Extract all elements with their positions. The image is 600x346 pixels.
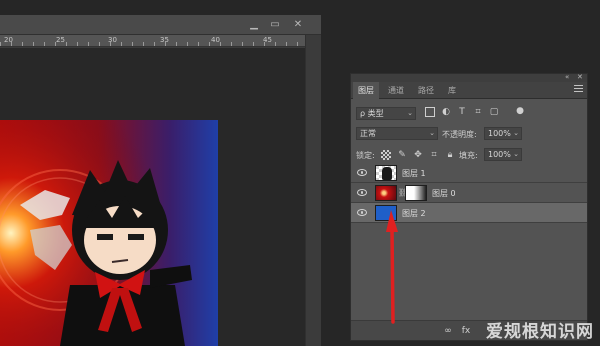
mask-link-icon[interactable]: ⛓︎ [398, 188, 408, 198]
layer-row[interactable]: 图层 1 [351, 163, 587, 183]
panel-menu-icon[interactable] [574, 85, 583, 94]
lock-all-icon[interactable]: 🔒︎ [445, 150, 455, 160]
watermark: 爱规根知识网 [486, 322, 594, 342]
filter-pixel-icon[interactable] [425, 107, 435, 117]
layers-panel: « ✕ 图层 通道 路径 库 ρ 类型 ⌄ ◐ T ⌗ ▢ ● 正常 ⌄ 不透明… [350, 73, 588, 341]
filter-adjustment-icon[interactable]: ◐ [441, 107, 451, 117]
blend-mode-select[interactable]: 正常 ⌄ [356, 127, 438, 140]
document-titlebar: ▁ ▭ ✕ [0, 15, 321, 35]
layer-thumbnail [375, 165, 397, 181]
chevron-down-icon: ⌄ [513, 150, 519, 158]
vertical-scrollbar[interactable] [305, 35, 321, 346]
filter-smartobject-icon[interactable]: ▢ [489, 107, 499, 117]
tab-libraries[interactable]: 库 [443, 82, 461, 99]
ruler-label: 30 [108, 36, 117, 44]
filter-shape-icon[interactable]: ⌗ [473, 107, 483, 117]
tab-layers[interactable]: 图层 [353, 82, 379, 99]
character-thumbnail-shape [382, 167, 392, 180]
panel-header-bar: « ✕ [351, 73, 587, 82]
fill-label: 填充: [459, 151, 478, 160]
fill-value: 100% [488, 150, 511, 159]
canvas-artwork[interactable] [0, 120, 218, 346]
chevron-down-icon: ⌄ [513, 129, 519, 137]
lock-artboard-icon[interactable]: ⌗ [429, 150, 439, 160]
opacity-value: 100% [488, 129, 511, 138]
link-layers-icon[interactable]: ∞ [443, 326, 453, 336]
layer-name: 图层 0 [432, 189, 456, 198]
ruler-label: 25 [56, 36, 65, 44]
layer-mask-thumbnail[interactable] [405, 185, 427, 201]
layer-name: 图层 2 [402, 209, 426, 218]
horizontal-ruler: 20 25 30 35 40 45 [0, 35, 305, 47]
lock-move-icon[interactable]: ✥ [413, 150, 423, 160]
lock-label: 锁定: [356, 151, 375, 160]
visibility-eye-icon[interactable] [357, 189, 367, 196]
layer-thumbnail [375, 185, 397, 201]
visibility-eye-icon[interactable] [357, 209, 367, 216]
tab-paths[interactable]: 路径 [413, 82, 439, 99]
maximize-icon[interactable]: ▭ [266, 18, 284, 32]
minimize-icon[interactable]: ▁ [245, 18, 263, 32]
lock-transparency-icon[interactable] [381, 150, 391, 160]
chevron-down-icon: ⌄ [429, 129, 435, 137]
layer-thumbnail [375, 205, 397, 221]
ruler-label: 35 [160, 36, 169, 44]
ruler-ticks [0, 42, 305, 46]
layer-row[interactable]: 图层 2 [351, 203, 587, 223]
ruler-label: 40 [211, 36, 220, 44]
filter-type-icon[interactable]: T [457, 107, 467, 117]
close-panel-icon[interactable]: ✕ [577, 73, 583, 81]
ruler-label: 20 [4, 36, 13, 44]
lock-row: 锁定: ✎ ✥ ⌗ 🔒︎ 填充: 100% ⌄ [351, 148, 587, 163]
close-icon[interactable]: ✕ [289, 18, 307, 32]
artwork-illustration [0, 120, 218, 346]
tab-channels[interactable]: 通道 [383, 82, 409, 99]
filter-kind-label: ρ 类型 [360, 109, 384, 118]
opacity-input[interactable]: 100% ⌄ [484, 127, 522, 140]
layer-row[interactable]: ⛓︎ 图层 0 [351, 183, 587, 203]
filter-row: ρ 类型 ⌄ ◐ T ⌗ ▢ ● [351, 106, 587, 122]
collapse-panel-icon[interactable]: « [565, 73, 569, 81]
visibility-eye-icon[interactable] [357, 169, 367, 176]
lock-paint-icon[interactable]: ✎ [397, 150, 407, 160]
layer-name: 图层 1 [402, 169, 426, 178]
blend-mode-value: 正常 [360, 129, 376, 138]
filter-toggle-icon[interactable]: ● [515, 106, 525, 116]
filter-kind-select[interactable]: ρ 类型 ⌄ [356, 107, 416, 120]
layer-style-icon[interactable]: fx [461, 326, 471, 336]
ruler-label: 45 [263, 36, 272, 44]
opacity-label: 不透明度: [442, 130, 477, 139]
chevron-down-icon: ⌄ [407, 109, 413, 117]
panel-tabs: 图层 通道 路径 库 [351, 82, 587, 99]
blend-row: 正常 ⌄ 不透明度: 100% ⌄ [351, 127, 587, 142]
fill-input[interactable]: 100% ⌄ [484, 148, 522, 161]
